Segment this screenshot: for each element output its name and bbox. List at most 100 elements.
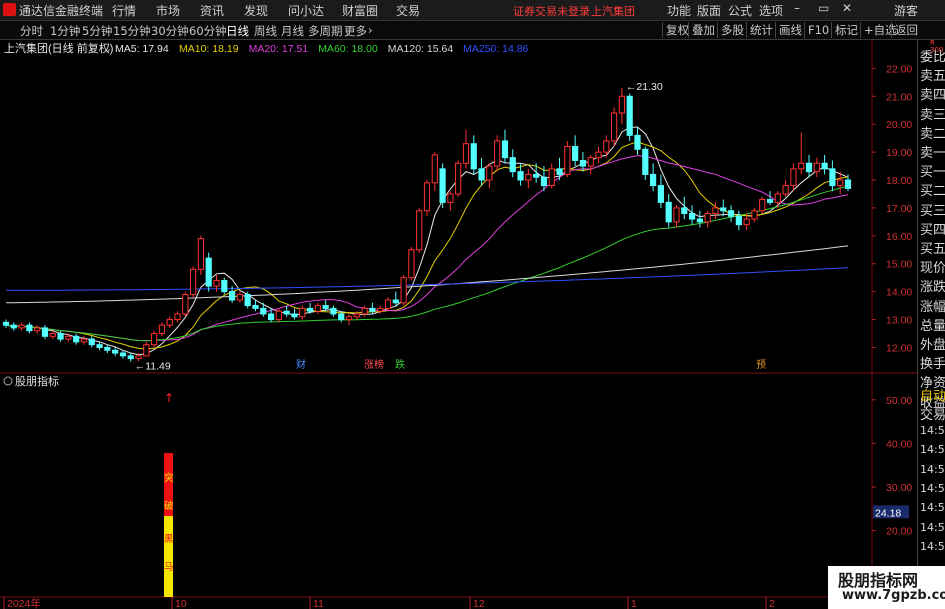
tab-monthly[interactable]: 月线 <box>281 23 304 39</box>
menu-item-discover[interactable]: 发现 <box>244 2 268 19</box>
overlay-button[interactable]: 叠加 <box>688 22 718 38</box>
candle-body <box>291 313 298 318</box>
candle-body <box>813 162 820 173</box>
side-panel-item[interactable]: 现价 <box>920 257 945 276</box>
minimize-icon[interactable]: – <box>794 1 800 15</box>
tab-weekly[interactable]: 周线 <box>254 23 277 39</box>
candle-body <box>119 352 127 357</box>
date-tick-label: 12 <box>473 598 485 609</box>
candle-body <box>743 218 750 226</box>
tab-15min[interactable]: 15分钟 <box>113 23 151 39</box>
ma-legend-item: MA60: 18.00 <box>318 43 378 55</box>
candle-body <box>299 307 306 318</box>
candle-body <box>673 207 680 223</box>
chart-title-chevron-icon[interactable]: ⌄ <box>103 42 112 55</box>
tab-daily[interactable]: 日线 <box>226 23 249 39</box>
date-tick-label: 1 <box>631 598 637 609</box>
candle-body <box>213 279 220 287</box>
side-panel-item[interactable]: 买三 <box>920 200 945 219</box>
side-panel-item[interactable]: 14:56 <box>920 463 945 476</box>
side-panel-item[interactable]: 涨跌 <box>920 276 945 295</box>
menu-bar: 通达信金融终端 行情 市场 资讯 发现 问小达 财富圈 交易 证券交易未登录 上… <box>0 0 945 21</box>
candle-body <box>470 143 477 170</box>
menu-item-market[interactable]: 行情 <box>112 2 136 19</box>
side-panel-item[interactable]: 14:56 <box>920 424 945 437</box>
candle-body <box>696 218 703 223</box>
side-panel-item[interactable]: 买一 <box>920 161 945 180</box>
menu-item-news[interactable]: 资讯 <box>200 2 224 19</box>
side-panel-item[interactable]: 涨幅 <box>920 296 945 315</box>
tab-60min[interactable]: 60分钟 <box>189 23 227 39</box>
signal-bar-label: 马 <box>164 562 174 573</box>
restore-icon[interactable]: ▭ <box>818 1 829 15</box>
side-panel-item[interactable]: 外盘 <box>920 334 945 353</box>
menu-item-markets[interactable]: 市场 <box>156 2 180 19</box>
app-logo-icon <box>3 3 16 16</box>
tab-30min[interactable]: 30分钟 <box>151 23 189 39</box>
menu-item-wealth[interactable]: 财富圈 <box>342 2 378 19</box>
side-panel-item[interactable]: 卖四 <box>920 84 945 103</box>
candle-body <box>88 338 95 346</box>
close-icon[interactable]: ✕ <box>842 1 852 15</box>
side-panel-item[interactable]: 卖二 <box>920 123 945 142</box>
current-stock-name: 上汽集团 <box>591 5 635 18</box>
back-button[interactable]: 返回 <box>891 22 921 38</box>
side-panel-item[interactable]: 委比 <box>920 46 945 65</box>
side-panel-item[interactable]: 换手 <box>920 353 945 372</box>
event-marker: 涨榜 <box>364 358 384 371</box>
mark-button[interactable]: 标记 <box>831 22 861 38</box>
ma-legend-item: MA250: 14.86 <box>463 43 529 55</box>
candle-body <box>603 140 610 153</box>
price-tick-label: 18.00 <box>886 175 912 187</box>
tab-multi-period[interactable]: 多周期 <box>308 23 343 39</box>
side-panel-item[interactable]: 14:56 <box>920 443 945 456</box>
menu-item-options[interactable]: 选项 <box>759 2 783 19</box>
candle-body <box>49 333 56 337</box>
side-panel-item[interactable]: 买二 <box>920 180 945 199</box>
candle-body <box>166 319 173 326</box>
side-panel-item[interactable]: 14:56 <box>920 482 945 495</box>
menu-item-ask[interactable]: 问小达 <box>288 2 324 19</box>
side-panel-item[interactable]: 自动 <box>920 385 945 404</box>
statistics-button[interactable]: 统计 <box>746 22 776 38</box>
side-panel-item[interactable]: 卖五 <box>920 65 945 84</box>
trade-login-status[interactable]: 证券交易未登录 <box>513 3 590 19</box>
kline-chart[interactable]: 上汽集团(日线 前复权) ⌄ MA5: 17.94 MA10: 18.19 MA20… <box>0 40 917 609</box>
candle-body <box>57 333 64 340</box>
menu-item-layout[interactable]: 版面 <box>697 2 721 19</box>
candle-body <box>96 344 103 348</box>
menu-item-trade[interactable]: 交易 <box>396 2 420 19</box>
multi-stock-button[interactable]: 多股 <box>717 22 747 38</box>
side-panel-item[interactable]: 14:56 <box>920 540 945 553</box>
f10-button[interactable]: F10 <box>804 22 832 38</box>
period-toolbar: 分时 1分钟 5分钟 15分钟 30分钟 60分钟 日线 周线 月线 多周期 更… <box>0 21 945 40</box>
candle-body <box>353 313 360 318</box>
menu-item-function[interactable]: 功能 <box>667 2 691 19</box>
side-panel-item[interactable]: 卖一 <box>920 142 945 161</box>
candle-body <box>10 324 17 329</box>
candle-body <box>540 176 548 187</box>
tab-5min[interactable]: 5分钟 <box>82 23 112 39</box>
candle-body <box>618 95 626 114</box>
candle-body <box>314 305 321 312</box>
tab-timeshare[interactable]: 分时 <box>20 23 43 39</box>
side-panel-item[interactable]: 交易 <box>920 404 945 423</box>
tab-1min[interactable]: 1分钟 <box>50 23 80 39</box>
candle-body <box>135 355 142 360</box>
candle-body <box>704 213 711 223</box>
side-panel-item[interactable]: 买四 <box>920 219 945 238</box>
side-panel-item[interactable]: 14:56 <box>920 501 945 514</box>
candle-body <box>462 143 470 164</box>
guest-label[interactable]: 游客 <box>894 2 918 19</box>
draw-line-button[interactable]: 画线 <box>775 22 805 38</box>
more-chevron-icon[interactable]: › <box>368 23 373 37</box>
side-panel-item[interactable]: 买五 <box>920 238 945 257</box>
side-panel-item[interactable]: 卖三 <box>920 104 945 123</box>
side-panel-item[interactable]: 14:56 <box>920 521 945 534</box>
menu-item-formula[interactable]: 公式 <box>728 2 752 19</box>
candle-body <box>423 182 431 212</box>
tab-more[interactable]: 更多 <box>344 23 367 39</box>
side-panel-item[interactable]: 总量 <box>920 315 945 334</box>
candle-body <box>416 210 423 251</box>
candle-body <box>821 162 828 170</box>
